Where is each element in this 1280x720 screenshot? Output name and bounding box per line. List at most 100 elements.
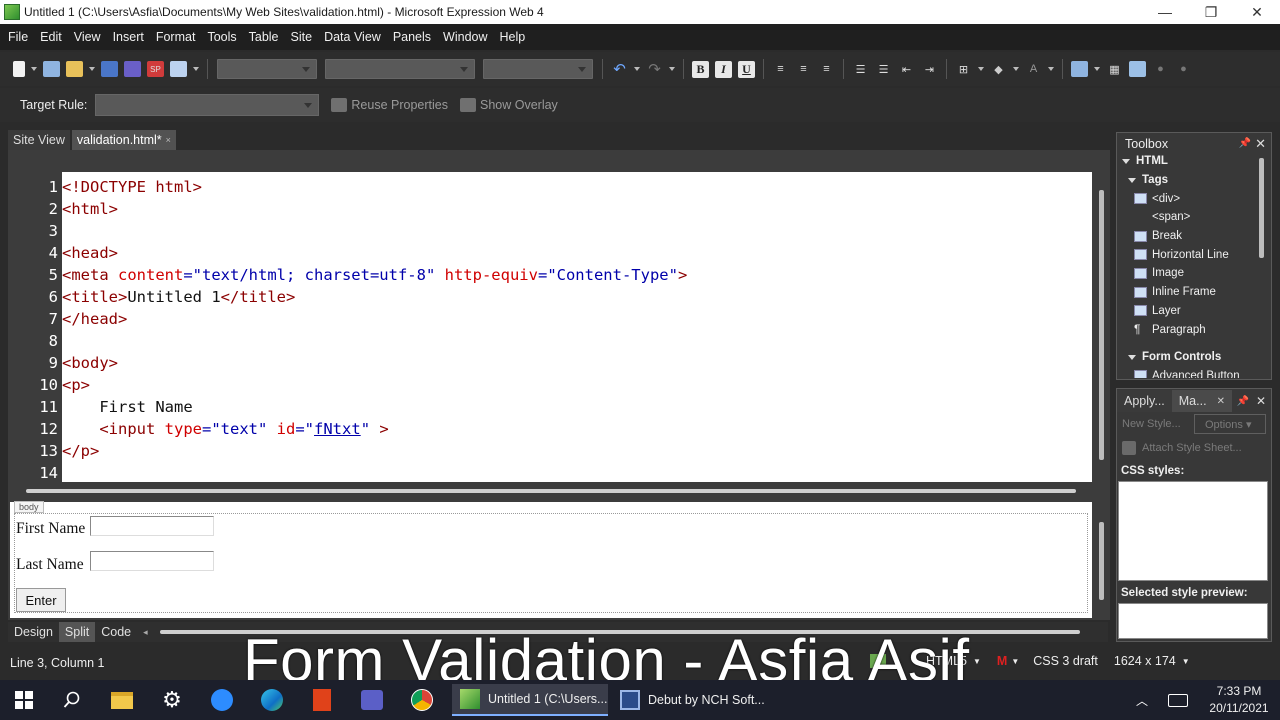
font-size-combo[interactable] — [483, 59, 593, 79]
code-line[interactable]: 12 <input type="text" id="fNtxt" > — [10, 418, 1092, 440]
highlight-dropdown-arrow[interactable] — [1013, 67, 1019, 71]
code-line[interactable]: 13 </p> — [10, 440, 1092, 462]
menu-data-view[interactable]: Data View — [318, 30, 387, 44]
close-icon[interactable]: ✕ — [1255, 136, 1266, 152]
code-line[interactable]: 9 <body> — [10, 352, 1092, 374]
tab-apply-styles[interactable]: Apply... — [1117, 390, 1172, 412]
font-color-dropdown-arrow[interactable] — [1048, 67, 1054, 71]
scrollbar-thumb[interactable] — [1259, 158, 1264, 258]
show-overlay-button[interactable]: Show Overlay — [459, 98, 558, 112]
redo-dropdown-arrow[interactable] — [669, 67, 675, 71]
tab-split[interactable]: Split — [58, 622, 96, 642]
undo-dropdown-arrow[interactable] — [634, 67, 640, 71]
close-button[interactable]: ✕ — [1234, 0, 1280, 24]
bullets-icon[interactable]: ☰ — [875, 61, 892, 77]
menu-format[interactable]: Format — [150, 30, 202, 44]
highlight-icon[interactable]: ◆ — [990, 61, 1007, 77]
bold-button[interactable]: B — [692, 60, 709, 78]
layer-dropdown-arrow[interactable] — [1094, 67, 1100, 71]
code-line[interactable]: 2 <html> — [10, 198, 1092, 220]
target-rule-combo[interactable] — [95, 94, 320, 116]
borders-icon[interactable]: ⊞ — [955, 61, 972, 77]
search-icon[interactable] — [60, 688, 84, 712]
pin-icon[interactable]: 📌 — [1239, 138, 1251, 149]
toolbox-group-tags[interactable]: Tags — [1118, 171, 1254, 190]
code-line[interactable]: 11 First Name — [10, 396, 1092, 418]
save-icon[interactable] — [101, 61, 118, 77]
code-line[interactable]: 1 <!DOCTYPE html> — [10, 176, 1092, 198]
font-family-combo[interactable] — [325, 59, 475, 79]
superpreview-icon[interactable]: SP — [147, 61, 164, 77]
close-tab-icon[interactable]: × — [166, 135, 171, 145]
menu-table[interactable]: Table — [243, 30, 285, 44]
tab-validation-html[interactable]: validation.html* × — [71, 130, 176, 150]
page-size-dropdown-arrow[interactable]: ▼ — [1182, 657, 1190, 666]
insert-table-icon[interactable]: ▦ — [1106, 61, 1123, 77]
increase-indent-icon[interactable]: ⇥ — [921, 61, 938, 77]
numbering-icon[interactable]: ☰ — [852, 61, 869, 77]
last-name-input[interactable] — [90, 551, 214, 571]
error-dropdown-arrow[interactable]: ▼ — [1011, 657, 1019, 666]
font-color-icon[interactable]: A — [1025, 61, 1042, 77]
save-all-icon[interactable] — [124, 61, 141, 77]
code-line[interactable]: 6 <title>Untitled 1</title> — [10, 286, 1092, 308]
edge-browser-icon[interactable] — [260, 688, 284, 712]
menu-tools[interactable]: Tools — [201, 30, 242, 44]
open-folder-icon[interactable] — [66, 61, 83, 77]
insert-picture-icon[interactable] — [1129, 61, 1146, 77]
windows-start-icon[interactable] — [12, 688, 36, 712]
teams-icon[interactable] — [360, 688, 384, 712]
options-button[interactable]: Options ▾ — [1194, 414, 1266, 434]
menu-file[interactable]: File — [2, 30, 34, 44]
align-center-icon[interactable]: ≡ — [795, 61, 812, 77]
code-horizontal-scrollbar[interactable] — [10, 484, 1092, 498]
chrome-icon[interactable] — [410, 688, 434, 712]
pin-icon[interactable]: 📌 — [1236, 396, 1248, 407]
reuse-properties-button[interactable]: Reuse Properties — [331, 98, 448, 112]
settings-gear-icon[interactable]: ⚙ — [160, 687, 184, 712]
attach-style-sheet-link[interactable]: Attach Style Sheet... — [1122, 441, 1242, 455]
taskbar-expression-web[interactable]: Untitled 1 (C:\Users... — [452, 684, 608, 716]
toolbox-item-advanced-button[interactable]: Advanced Button — [1118, 367, 1254, 378]
tab-design[interactable]: Design — [8, 622, 59, 642]
insert-layer-icon[interactable] — [1071, 61, 1088, 77]
restore-button[interactable]: ❐ — [1188, 0, 1234, 24]
toolbox-item-div[interactable]: <div> — [1118, 189, 1254, 208]
code-line[interactable]: 4 <head> — [10, 242, 1092, 264]
scrollbar-thumb[interactable] — [1099, 522, 1104, 600]
code-line[interactable]: 3 — [10, 220, 1092, 242]
tab-code[interactable]: Code — [95, 622, 137, 642]
code-line[interactable]: 8 — [10, 330, 1092, 352]
new-style-link[interactable]: New Style... — [1122, 418, 1181, 430]
align-right-icon[interactable]: ≡ — [818, 61, 835, 77]
menu-site[interactable]: Site — [285, 30, 319, 44]
code-line[interactable]: 14 — [10, 462, 1092, 482]
code-vertical-scrollbar[interactable] — [1096, 172, 1108, 482]
toolbox-item-inline-frame[interactable]: Inline Frame — [1118, 283, 1254, 302]
css-schema-indicator[interactable]: CSS 3 draft — [1033, 654, 1098, 668]
borders-dropdown-arrow[interactable] — [978, 67, 984, 71]
body-tag-selector[interactable]: body — [14, 501, 44, 513]
zoom-icon[interactable] — [210, 688, 234, 712]
close-tab-icon[interactable]: ✕ — [1217, 396, 1225, 407]
code-line[interactable]: 10 <p> — [10, 374, 1092, 396]
first-name-input[interactable] — [90, 516, 214, 536]
underline-button[interactable]: U — [738, 60, 755, 78]
toolbox-group-html[interactable]: HTML — [1118, 152, 1254, 171]
new-site-icon[interactable] — [43, 61, 60, 77]
taskbar-debut[interactable]: Debut by NCH Soft... — [612, 684, 768, 716]
decrease-indent-icon[interactable]: ⇤ — [898, 61, 915, 77]
toolbox-item-paragraph[interactable]: ¶ Paragraph — [1118, 320, 1254, 339]
toolbox-item-layer[interactable]: Layer — [1118, 302, 1254, 321]
file-explorer-icon[interactable] — [110, 688, 134, 712]
toolbox-item-span[interactable]: <span> — [1118, 208, 1254, 227]
style-combo[interactable] — [217, 59, 317, 79]
scrollbar-thumb[interactable] — [26, 489, 1076, 493]
toolbox-scrollbar[interactable] — [1256, 152, 1268, 378]
close-icon[interactable]: ✕ — [1256, 394, 1266, 408]
preview-browser-icon[interactable] — [170, 61, 187, 77]
code-line[interactable]: 5 <meta content="text/html; charset=utf-8… — [10, 264, 1092, 286]
menu-edit[interactable]: Edit — [34, 30, 68, 44]
scrollbar-thumb[interactable] — [1099, 190, 1104, 460]
preview-dropdown-arrow[interactable] — [193, 67, 199, 71]
